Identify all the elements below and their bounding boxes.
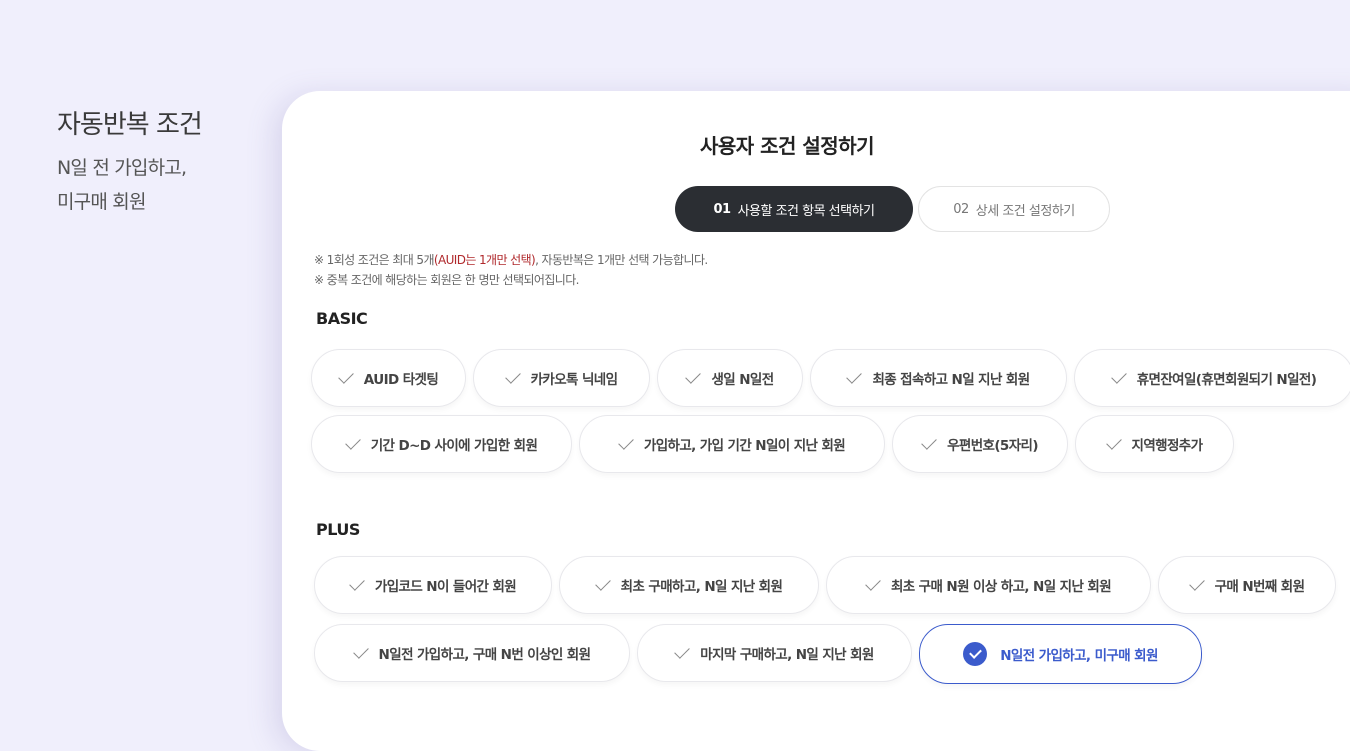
step-2-label: 상세 조건 설정하기 — [975, 203, 1075, 219]
condition-chip[interactable]: 마지막 구매하고, N일 지난 회원 — [637, 624, 912, 682]
condition-chip[interactable]: 구매 N번째 회원 — [1158, 556, 1336, 614]
automation-desc-line2: 미구매 회원 — [57, 191, 146, 213]
chip-label: 기간 D~D 사이에 가입한 회원 — [370, 438, 538, 454]
condition-chip[interactable]: 우편번호(5자리) — [892, 415, 1068, 473]
check-icon — [1105, 433, 1122, 450]
chip-label: N일전 가입하고, 미구매 회원 — [1000, 648, 1158, 664]
condition-chip[interactable]: 최초 구매하고, N일 지난 회원 — [559, 556, 819, 614]
check-icon — [846, 367, 863, 384]
step-1-number: 01 — [713, 201, 731, 217]
condition-chip[interactable]: 최종 접속하고 N일 지난 회원 — [810, 349, 1067, 407]
notice-text: ※ 1회성 조건은 최대 5개(AUID는 1개만 선택), 자동반복은 1개만… — [314, 250, 708, 290]
check-icon — [685, 367, 702, 384]
notice-line-1: ※ 1회성 조건은 최대 5개(AUID는 1개만 선택), 자동반복은 1개만… — [314, 250, 708, 270]
condition-chip[interactable]: N일전 가입하고, 구매 N번 이상인 회원 — [314, 624, 630, 682]
check-icon — [674, 642, 691, 659]
check-icon — [1188, 574, 1205, 591]
condition-chip[interactable]: 최초 구매 N원 이상 하고, N일 지난 회원 — [826, 556, 1151, 614]
plus-section-label: PLUS — [316, 520, 360, 539]
condition-chip[interactable]: 가입하고, 가입 기간 N일이 지난 회원 — [579, 415, 885, 473]
condition-chip[interactable]: AUID 타겟팅 — [311, 349, 466, 407]
chip-label: 휴면잔여일(휴면회원되기 N일전) — [1136, 372, 1317, 388]
chip-label: 최초 구매 N원 이상 하고, N일 지난 회원 — [890, 579, 1112, 595]
condition-chip[interactable]: 가입코드 N이 들어간 회원 — [314, 556, 552, 614]
notice-line1-highlight: (AUID는 1개만 선택) — [433, 253, 536, 267]
step-1-label: 사용할 조건 항목 선택하기 — [737, 203, 875, 219]
step-2-tab[interactable]: 02 상세 조건 설정하기 — [918, 186, 1110, 232]
chip-label: 최초 구매하고, N일 지난 회원 — [620, 579, 783, 595]
basic-section-label: BASIC — [316, 309, 368, 328]
condition-chip[interactable]: 휴면잔여일(휴면회원되기 N일전) — [1074, 349, 1350, 407]
condition-chip-selected[interactable]: N일전 가입하고, 미구매 회원 — [919, 624, 1202, 684]
condition-modal: 사용자 조건 설정하기 01 사용할 조건 항목 선택하기 02 상세 조건 설… — [282, 91, 1350, 751]
condition-chip[interactable]: 카카오톡 닉네임 — [473, 349, 650, 407]
chip-label: 지역행정추가 — [1131, 438, 1204, 454]
check-icon — [504, 367, 521, 384]
notice-line1-post: , 자동반복은 1개만 선택 가능합니다. — [535, 253, 708, 267]
chip-label: N일전 가입하고, 구매 N번 이상인 회원 — [378, 647, 592, 663]
chip-label: 우편번호(5자리) — [947, 438, 1038, 454]
chip-label: 구매 N번째 회원 — [1214, 579, 1305, 595]
check-icon — [594, 574, 611, 591]
check-icon — [338, 367, 354, 384]
chip-label: 가입코드 N이 들어간 회원 — [374, 579, 517, 595]
automation-desc-line1: N일 전 가입하고, — [57, 157, 187, 179]
check-icon — [352, 642, 369, 659]
chip-label: 가입하고, 가입 기간 N일이 지난 회원 — [643, 438, 846, 454]
condition-chip[interactable]: 생일 N일전 — [657, 349, 803, 407]
notice-line-2: ※ 중복 조건에 해당하는 회원은 한 명만 선택되어집니다. — [314, 273, 579, 287]
condition-chip[interactable]: 기간 D~D 사이에 가입한 회원 — [311, 415, 572, 473]
check-icon — [349, 574, 365, 591]
modal-title: 사용자 조건 설정하기 — [699, 134, 875, 158]
check-icon — [344, 433, 361, 450]
check-icon — [865, 574, 881, 591]
chip-label: 최종 접속하고 N일 지난 회원 — [872, 372, 1030, 388]
check-icon — [618, 433, 634, 450]
check-icon — [1110, 367, 1127, 384]
chip-label: 마지막 구매하고, N일 지난 회원 — [700, 647, 874, 663]
chip-label: AUID 타겟팅 — [363, 372, 439, 388]
checked-circle-icon — [963, 642, 988, 666]
step-2-number: 02 — [953, 201, 969, 217]
condition-chip[interactable]: 지역행정추가 — [1075, 415, 1234, 473]
chip-label: 카카오톡 닉네임 — [530, 372, 618, 388]
check-icon — [921, 433, 937, 450]
automation-description: N일 전 가입하고, 미구매 회원 — [57, 151, 187, 219]
automation-title: 자동반복 조건 — [57, 110, 203, 140]
notice-line1-pre: ※ 1회성 조건은 최대 5개 — [314, 253, 435, 267]
chip-label: 생일 N일전 — [711, 372, 774, 388]
step-1-tab[interactable]: 01 사용할 조건 항목 선택하기 — [675, 186, 913, 232]
